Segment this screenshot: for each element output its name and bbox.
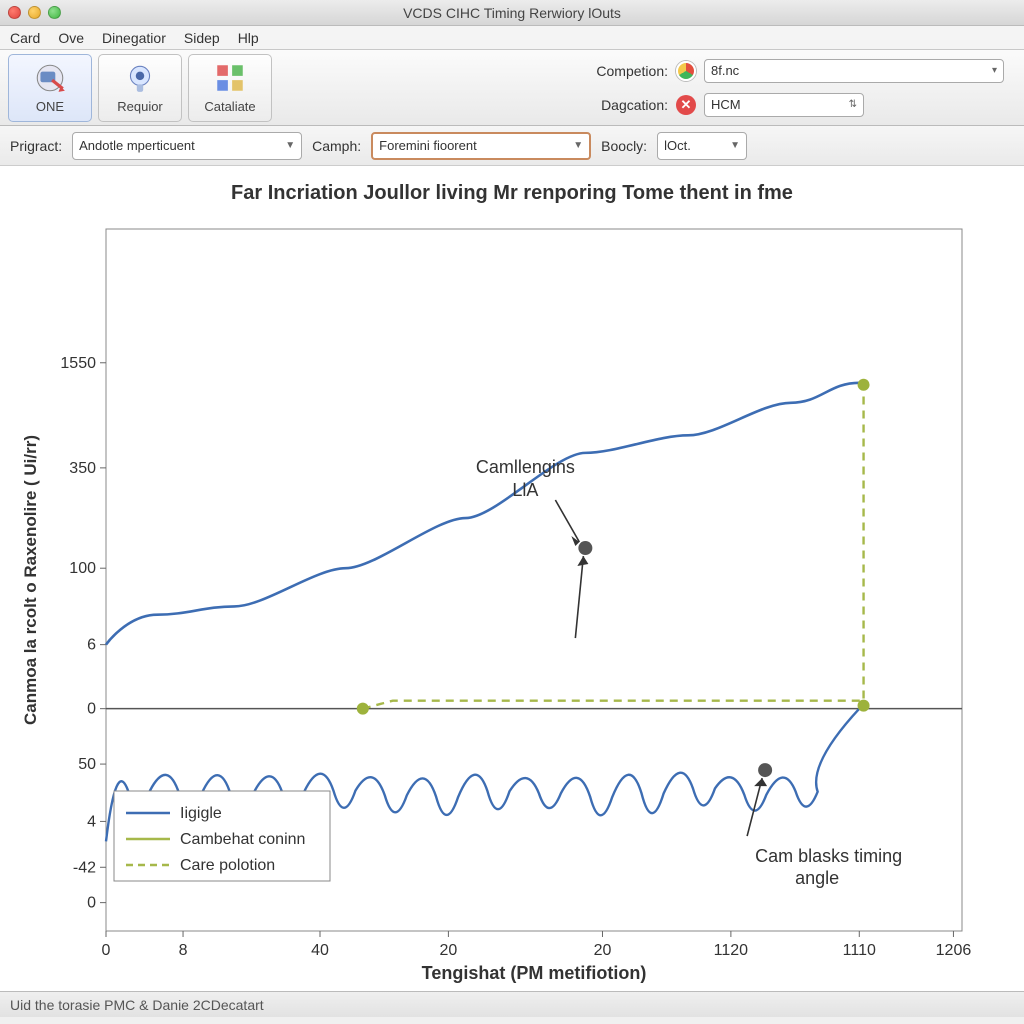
toolbar-button-one[interactable]: ONE xyxy=(8,54,92,122)
menu-card[interactable]: Card xyxy=(10,30,40,46)
svg-text:1120: 1120 xyxy=(714,942,749,959)
camph-value: Foremini fioorent xyxy=(379,138,477,153)
svg-text:6: 6 xyxy=(87,637,96,654)
svg-text:LlA: LlA xyxy=(512,480,538,500)
svg-text:1550: 1550 xyxy=(60,355,96,372)
menu-ove[interactable]: Ove xyxy=(58,30,84,46)
svg-text:Cambehat coninn: Cambehat coninn xyxy=(180,831,305,848)
svg-text:Cam blasks timing: Cam blasks timing xyxy=(755,846,902,866)
menu-hlp[interactable]: Hlp xyxy=(238,30,259,46)
chart-title: Far Incriation Joullor living Mr renpori… xyxy=(14,172,1010,211)
dagcation-select[interactable]: HCM ⇅ xyxy=(704,93,864,117)
chevron-down-icon: ▼ xyxy=(285,140,295,151)
window-title: VCDS CIHC Timing Rerwiory lOuts xyxy=(0,5,1024,21)
svg-text:8: 8 xyxy=(179,942,188,959)
chevron-down-icon: ▾ xyxy=(992,65,997,76)
competion-value: 8f.nc xyxy=(711,63,739,78)
titlebar: VCDS CIHC Timing Rerwiory lOuts xyxy=(0,0,1024,26)
dagcation-label: Dagcation: xyxy=(548,97,668,113)
error-icon: ✕ xyxy=(676,95,696,115)
boocly-value: lOct. xyxy=(664,138,691,153)
target-icon xyxy=(123,61,157,95)
minimize-icon[interactable] xyxy=(28,6,41,19)
svg-text:1206: 1206 xyxy=(936,942,972,959)
status-text: Uid the torasie PMC & Danie 2CDecatart xyxy=(10,997,264,1013)
toolbar-button-cataliate[interactable]: Cataliate xyxy=(188,54,272,122)
grid-icon xyxy=(213,61,247,95)
toolbar-button-label: Requior xyxy=(117,99,163,114)
toolbar-button-label: Cataliate xyxy=(204,99,255,114)
filter-bar: Prigract: Andotle mperticuent ▼ Camph: F… xyxy=(0,126,1024,166)
stepper-icon: ⇅ xyxy=(849,99,857,110)
svg-text:0: 0 xyxy=(87,895,96,912)
competion-select[interactable]: 8f.nc ▾ xyxy=(704,59,1004,83)
svg-text:350: 350 xyxy=(69,460,96,477)
chevron-down-icon: ▼ xyxy=(573,140,583,151)
svg-text:-42: -42 xyxy=(73,859,96,876)
dagcation-value: HCM xyxy=(711,97,741,112)
chart-area: Far Incriation Joullor living Mr renpori… xyxy=(0,166,1024,991)
camph-label: Camph: xyxy=(312,138,361,154)
svg-text:Iigigle: Iigigle xyxy=(180,805,222,822)
chevron-down-icon: ▼ xyxy=(730,140,740,151)
svg-text:20: 20 xyxy=(594,942,612,959)
prigract-value: Andotle mperticuent xyxy=(79,138,195,153)
svg-text:40: 40 xyxy=(311,942,329,959)
prigract-select[interactable]: Andotle mperticuent ▼ xyxy=(72,132,302,160)
menubar: Card Ove Dinegatior Sidep Hlp xyxy=(0,26,1024,50)
camph-select[interactable]: Foremini fioorent ▼ xyxy=(371,132,591,160)
svg-text:0: 0 xyxy=(87,701,96,718)
menu-dinegatior[interactable]: Dinegatior xyxy=(102,30,166,46)
svg-text:100: 100 xyxy=(69,560,96,577)
prigract-label: Prigract: xyxy=(10,138,62,154)
svg-text:Canmoa la rcolt o Raxenolire: Canmoa la rcolt o Raxenolire ( Ui/rr) xyxy=(21,435,40,725)
chrome-icon xyxy=(676,61,696,81)
svg-text:4: 4 xyxy=(87,813,96,830)
boocly-select[interactable]: lOct. ▼ xyxy=(657,132,747,160)
menu-sidep[interactable]: Sidep xyxy=(184,30,220,46)
svg-text:0: 0 xyxy=(102,942,111,959)
inspect-icon xyxy=(33,61,67,95)
zoom-icon[interactable] xyxy=(48,6,61,19)
svg-text:50: 50 xyxy=(78,756,96,773)
close-icon[interactable] xyxy=(8,6,21,19)
toolbar-button-label: ONE xyxy=(36,99,64,114)
svg-text:angle: angle xyxy=(795,868,839,888)
toolbar-button-requior[interactable]: Requior xyxy=(98,54,182,122)
svg-text:20: 20 xyxy=(440,942,458,959)
competion-label: Competion: xyxy=(548,63,668,79)
status-bar: Uid the torasie PMC & Danie 2CDecatart xyxy=(0,991,1024,1017)
boocly-label: Boocly: xyxy=(601,138,647,154)
chart-svg: 0 -42 4 50 0 6 100 350 1550 0 8 40 20 20 1120 1110 1206 C… xyxy=(14,211,1010,991)
svg-text:1110: 1110 xyxy=(843,942,876,959)
window-controls xyxy=(8,6,61,19)
toolbar: ONE Requior Cataliate Competion: 8f.nc ▾ xyxy=(0,50,1024,126)
svg-text:Camllengins: Camllengins xyxy=(476,457,575,477)
svg-text:Tengishat (PM metifiotion): Tengishat (PM metifiotion) xyxy=(422,963,647,983)
svg-text:Care polotion: Care polotion xyxy=(180,857,275,874)
